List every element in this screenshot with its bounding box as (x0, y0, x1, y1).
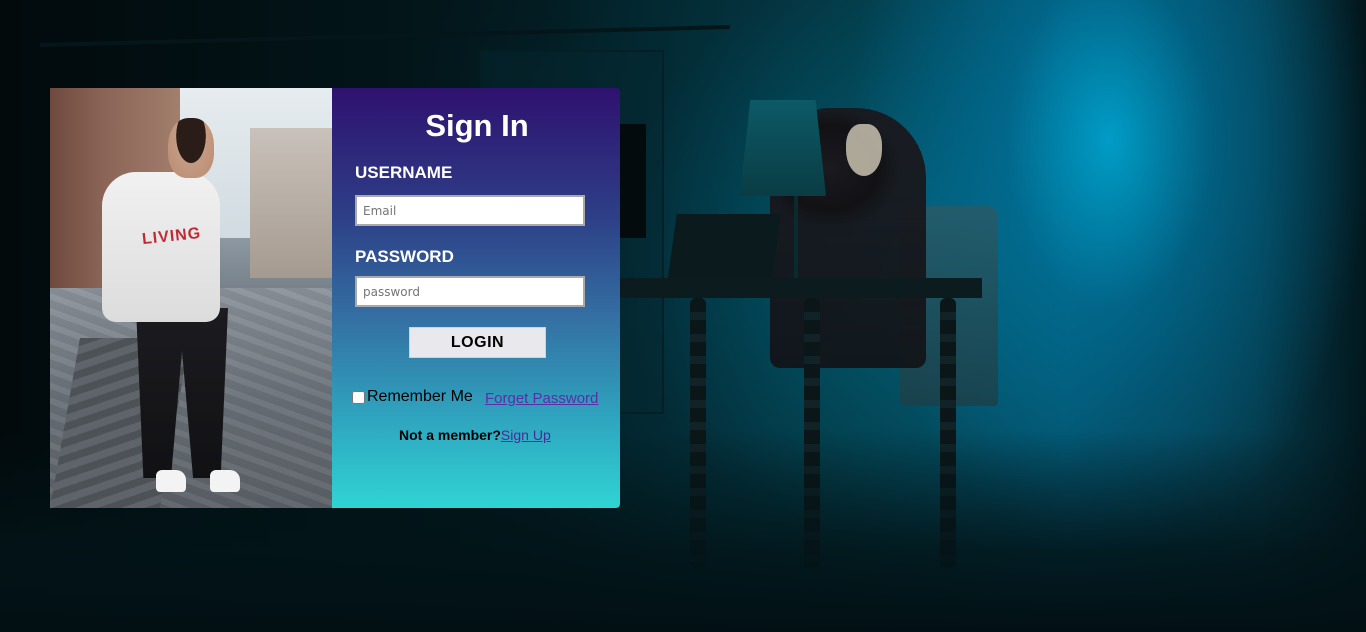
photo-shoe (156, 470, 186, 492)
login-button[interactable]: LOGIN (409, 327, 546, 358)
forget-password-link[interactable]: Forget Password (485, 390, 598, 407)
not-member-text: Not a member? (399, 427, 501, 443)
email-input[interactable] (355, 195, 585, 226)
background-desk (610, 278, 982, 298)
background-lamp-shade (740, 100, 826, 196)
curtain-rod (40, 24, 730, 48)
remember-me[interactable]: Remember Me (352, 388, 473, 406)
remember-me-checkbox[interactable] (352, 390, 365, 404)
sign-up-link[interactable]: Sign Up (501, 427, 551, 443)
photo-shoe (210, 470, 240, 492)
password-input[interactable] (355, 276, 585, 307)
side-photo: LIVING (50, 88, 332, 508)
photo-building (250, 128, 332, 278)
username-label: USERNAME (355, 163, 453, 182)
background-laptop (667, 214, 781, 282)
background-mask (846, 124, 882, 176)
form-title: Sign In (425, 108, 529, 143)
signup-prompt: Not a member?Sign Up (399, 427, 551, 443)
remember-me-label: Remember Me (367, 388, 473, 405)
signin-form: Sign In USERNAME PASSWORD LOGIN Remember… (332, 88, 620, 508)
background-lamp-pole (794, 196, 798, 282)
login-card: LIVING Sign In USERNAME PASSWORD LOGIN R… (50, 88, 620, 508)
background-monitor (620, 124, 646, 238)
photo-man-head (168, 118, 214, 178)
password-label: PASSWORD (355, 247, 454, 266)
